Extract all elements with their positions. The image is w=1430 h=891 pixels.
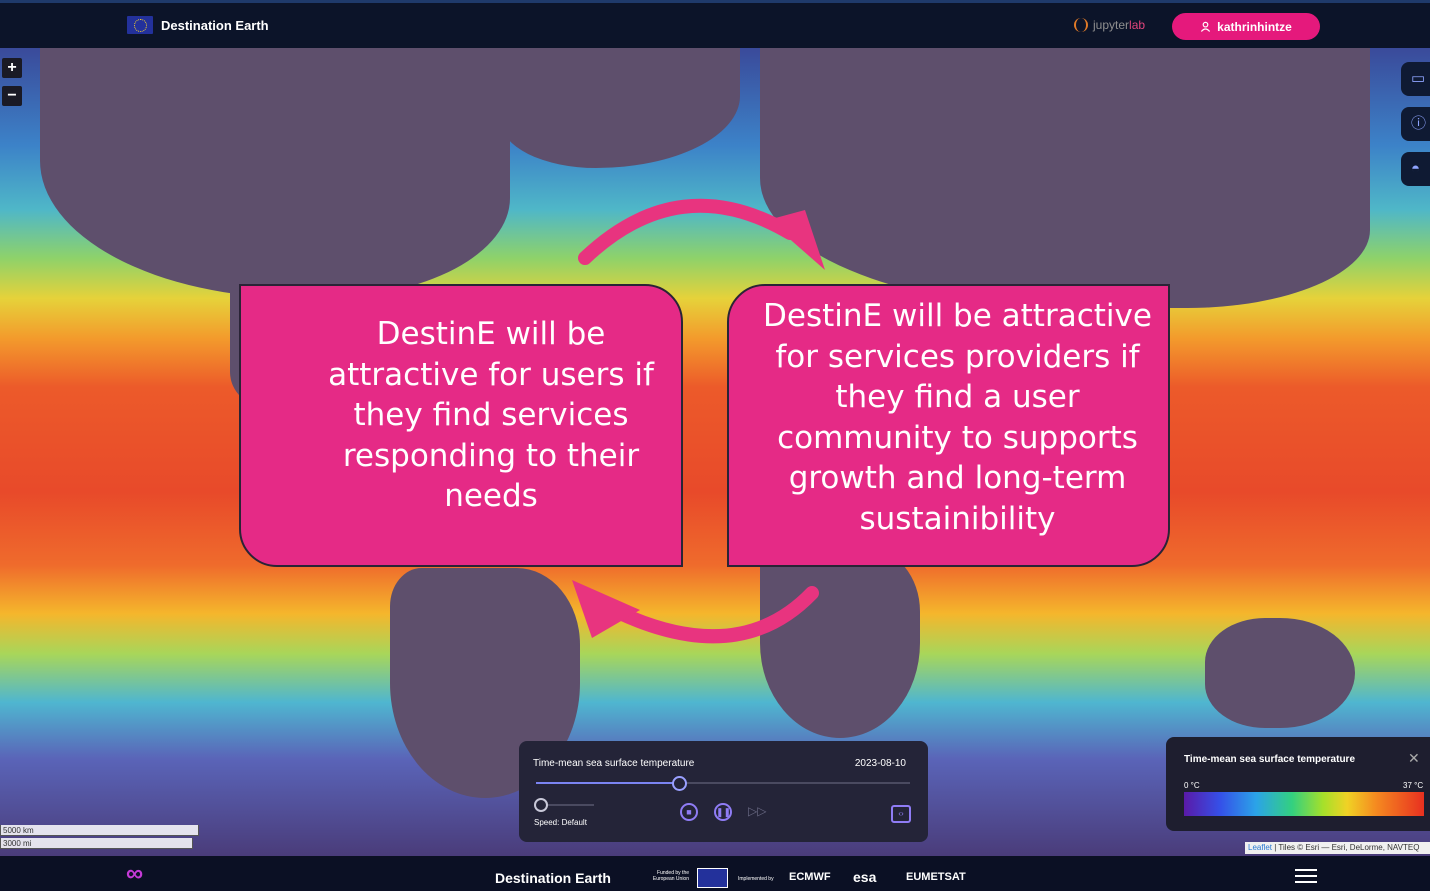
embed-icon[interactable]: ‹› (891, 805, 911, 823)
time-slider[interactable] (536, 776, 910, 791)
color-legend: Time-mean sea surface temperature ✕ 0 °C… (1166, 737, 1430, 831)
stop-icon[interactable]: ■ (680, 803, 698, 821)
time-slider-handle[interactable] (672, 776, 688, 791)
funded-by-label: Funded by the European Union (652, 870, 689, 882)
eu-flag-icon (697, 868, 728, 888)
attribution-text: | Tiles © Esri — Esri, DeLorme, NAVTEQ (1274, 843, 1420, 852)
time-control-panel: Time-mean sea surface temperature 2023-0… (519, 741, 928, 842)
legend-color-bar (1184, 792, 1424, 816)
arrow-bottom-head (572, 580, 640, 638)
users-bubble: DestinE will be attractive for users if … (239, 284, 683, 567)
footer-title: Destination Earth (495, 870, 611, 886)
speed-label: Speed: Default (534, 818, 587, 827)
brand[interactable]: Destination Earth (127, 16, 269, 34)
scale-mi: 3000 mi (0, 838, 193, 849)
jupyter-label-prefix: jupyter (1093, 18, 1130, 32)
scale-km: 5000 km (0, 825, 199, 836)
time-panel-date: 2023-08-10 (854, 758, 906, 769)
sea-surface-temperature-map[interactable]: + − ▭ ⓘ ◓ 5000 km 3000 mi (0, 48, 1430, 856)
time-panel-title: Time-mean sea surface temperature (533, 758, 695, 769)
jupyter-label: jupyterlab (1093, 18, 1145, 32)
top-bar: Destination Earth jupyterlab kathrinhint… (0, 0, 1430, 48)
legend-min: 0 °C (1184, 781, 1200, 790)
time-slider-fill (536, 782, 679, 784)
implemented-by-label: Implemented by (738, 876, 774, 882)
user-button[interactable]: kathrinhintze (1172, 13, 1320, 40)
arrow-bottom (613, 586, 819, 644)
eumetsat-logo: EUMETSAT (906, 871, 966, 883)
destine-logo-icon[interactable]: ∞ (126, 862, 143, 886)
arrow-top (578, 198, 797, 265)
ecmwf-logo: ECMWF (789, 871, 831, 883)
jupyter-icon (1074, 18, 1088, 32)
brand-title: Destination Earth (161, 17, 269, 33)
map-attribution: Leaflet | Tiles © Esri — Esri, DeLorme, … (1245, 842, 1430, 854)
speed-slider[interactable] (534, 798, 594, 812)
footer: ∞ Destination Earth Funded by the Europe… (0, 856, 1430, 891)
legend-max: 37 °C (1403, 781, 1424, 790)
fast-forward-icon[interactable]: ▷▷ (748, 804, 766, 818)
speed-slider-handle[interactable] (534, 798, 548, 812)
legend-title: Time-mean sea surface temperature (1184, 754, 1356, 765)
providers-bubble: DestinE will be attractive for services … (727, 284, 1170, 567)
cycle-arrows (572, 198, 825, 644)
user-icon (1201, 21, 1211, 32)
esa-logo: esa (853, 869, 877, 885)
pause-icon[interactable]: ❚❚ (714, 803, 732, 821)
jupyter-label-suffix: lab (1129, 18, 1146, 32)
arrow-top-head (768, 210, 825, 270)
user-name: kathrinhintze (1217, 19, 1292, 34)
jupyterlab-link[interactable]: jupyterlab (1074, 18, 1145, 32)
close-icon[interactable]: ✕ (1408, 750, 1420, 767)
eu-flag-icon (127, 16, 153, 34)
leaflet-link[interactable]: Leaflet (1248, 843, 1272, 852)
menu-icon[interactable] (1295, 869, 1317, 883)
